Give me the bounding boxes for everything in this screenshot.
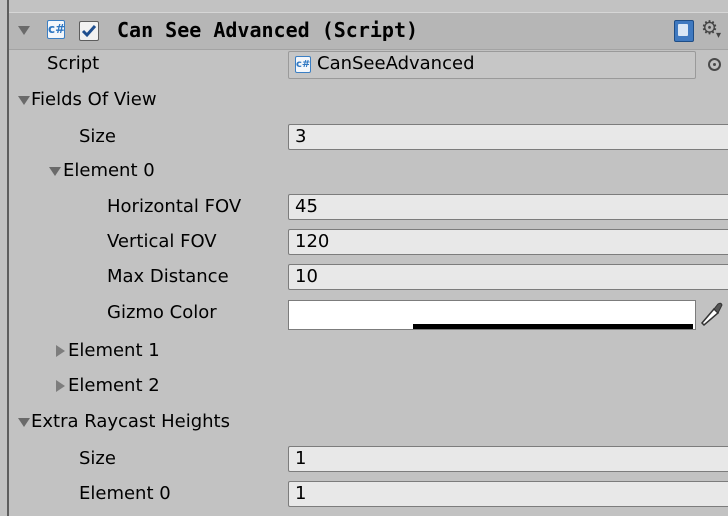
inspector-panel: c# Can See Advanced (Script) ⚙▾ Script c… <box>7 0 728 516</box>
fov-size-label: Size <box>79 126 116 147</box>
vertical-fov-label: Vertical FOV <box>107 231 217 252</box>
raycast-element0-input[interactable]: 1 <box>288 481 728 507</box>
cs-script-icon: c# <box>47 20 65 39</box>
max-distance-input[interactable]: 10 <box>288 264 728 290</box>
target-icon[interactable] <box>708 58 721 71</box>
eyedropper-icon[interactable] <box>699 300 725 328</box>
script-value: CanSeeAdvanced <box>317 53 475 74</box>
script-label: Script <box>47 53 100 74</box>
gizmo-color-label: Gizmo Color <box>107 302 217 323</box>
gizmo-alpha-bar <box>413 324 693 329</box>
horizontal-fov-label: Horizontal FOV <box>107 196 242 217</box>
vertical-fov-input[interactable]: 120 <box>288 229 728 255</box>
script-object-field[interactable]: c# CanSeeAdvanced <box>288 51 696 79</box>
element2-label[interactable]: Element 2 <box>68 375 160 396</box>
raycast-size-label: Size <box>79 448 116 469</box>
component-header[interactable]: c# Can See Advanced (Script) ⚙▾ <box>9 12 728 50</box>
component-enabled-checkbox[interactable] <box>79 21 99 41</box>
element0-label[interactable]: Element 0 <box>63 160 155 181</box>
component-title: Can See Advanced (Script) <box>117 18 419 42</box>
gizmo-color-swatch[interactable] <box>288 300 696 330</box>
horizontal-fov-input[interactable]: 45 <box>288 194 728 220</box>
cs-script-icon: c# <box>295 56 311 73</box>
book-icon[interactable] <box>674 20 694 42</box>
raycast-element0-label: Element 0 <box>79 483 171 504</box>
element0-foldout-icon[interactable] <box>49 167 61 176</box>
element1-foldout-icon[interactable] <box>56 345 65 357</box>
element2-foldout-icon[interactable] <box>56 380 65 392</box>
fields-of-view-label[interactable]: Fields Of View <box>31 89 157 110</box>
fields-of-view-foldout-icon[interactable] <box>18 96 30 105</box>
max-distance-label: Max Distance <box>107 266 229 287</box>
component-foldout-icon[interactable] <box>18 26 30 35</box>
extra-raycast-heights-label[interactable]: Extra Raycast Heights <box>31 411 230 432</box>
extra-raycast-foldout-icon[interactable] <box>18 418 30 427</box>
element1-label[interactable]: Element 1 <box>68 340 160 361</box>
gear-icon[interactable]: ⚙▾ <box>701 16 723 44</box>
checkmark-icon <box>81 25 97 38</box>
fov-size-input[interactable]: 3 <box>288 124 728 150</box>
raycast-size-input[interactable]: 1 <box>288 446 728 472</box>
